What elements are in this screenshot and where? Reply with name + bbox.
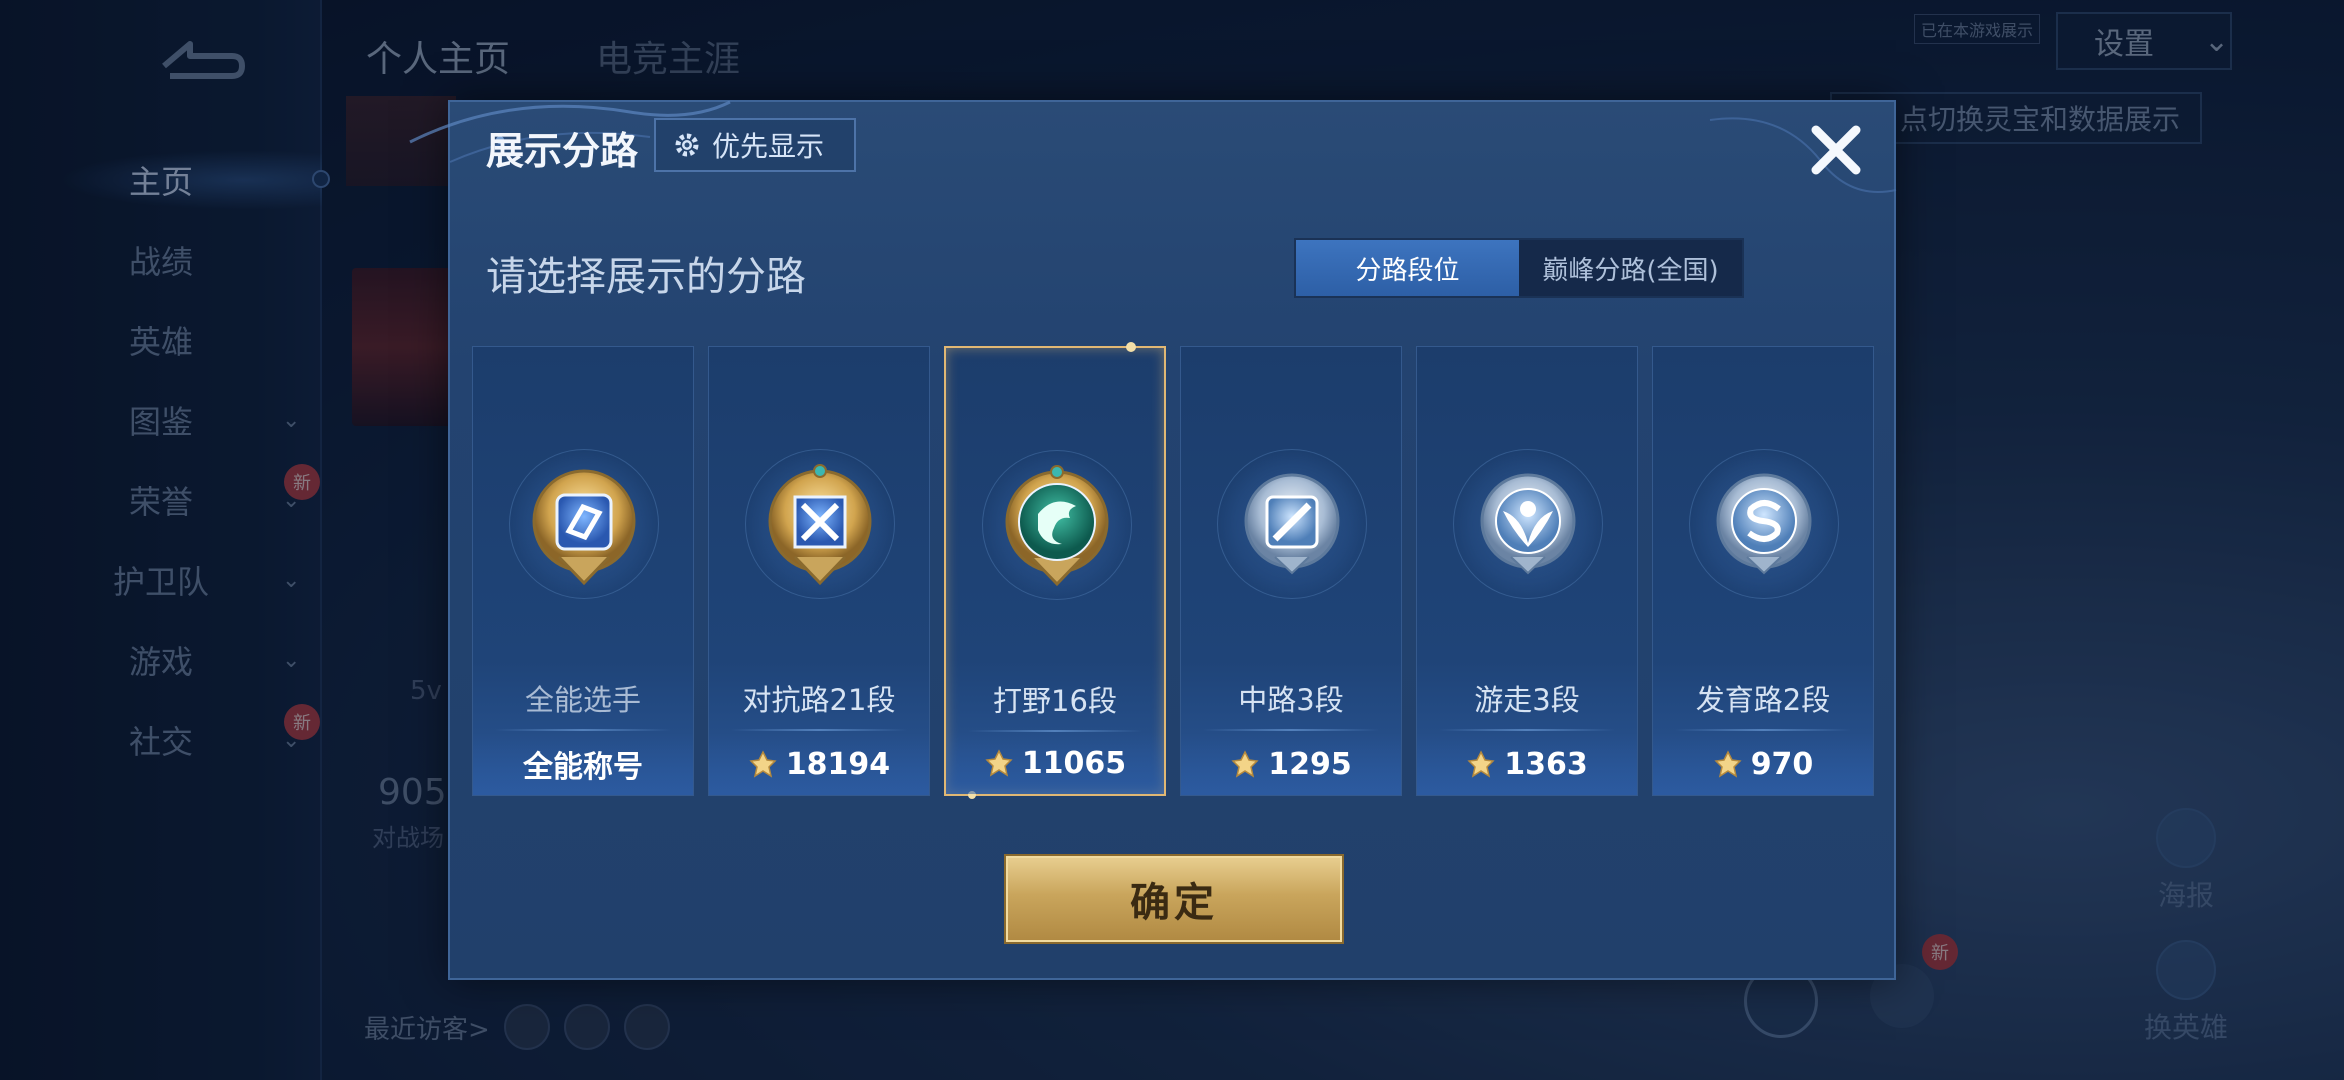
lane-card-name: 中路3段	[1238, 683, 1344, 717]
gear-icon	[675, 133, 699, 157]
lane-card[interactable]: 打野16段 11065	[944, 342, 1166, 799]
priority-display-label: 优先显示	[712, 130, 825, 163]
card-divider	[1439, 729, 1615, 731]
dialog-title: 展示分路	[486, 129, 639, 173]
rank-score-icon	[1230, 749, 1260, 779]
lane-card[interactable]: 全能选手 全能称号	[472, 346, 694, 796]
allround-rank-badge-icon	[519, 457, 649, 593]
roam-rank-badge-icon	[1463, 457, 1593, 593]
lane-display-dialog: 展示分路 优先显示 请选择展示的分路 分路段位 巅峰分路(全国) 全能选手全能称…	[409, 100, 1897, 980]
lane-card-footer: 1363	[1417, 733, 1637, 795]
lane-type-toggle: 分路段位 巅峰分路(全国)	[1294, 238, 1744, 298]
lane-card-name: 全能选手	[524, 683, 641, 717]
lane-card-footer: 970	[1653, 733, 1873, 795]
jungle-rank-badge-icon	[992, 458, 1122, 594]
lane-card-name: 游走3段	[1474, 683, 1580, 717]
rank-score-icon	[1713, 749, 1743, 779]
lane-card-name: 打野16段	[993, 684, 1117, 718]
lane-card[interactable]: 中路3段 1295	[1180, 346, 1402, 796]
lane-score-value: 1295	[1268, 746, 1352, 782]
confirm-button[interactable]: 确定	[1006, 856, 1342, 942]
mid-rank-badge-icon	[1227, 457, 1357, 593]
lane-card-list: 全能选手 全能称号 对抗路21段 18194 打野16段 11065 中路3段 1295 游走3…	[472, 342, 1876, 799]
close-icon[interactable]	[1804, 118, 1868, 182]
decorative-swirl-icon	[1709, 117, 1897, 193]
lane-card-name: 对抗路21段	[742, 683, 896, 717]
lane-card-footer: 11065	[946, 732, 1164, 794]
lane-score-value: 1363	[1504, 746, 1588, 782]
farm-rank-badge-icon	[1699, 457, 1829, 593]
priority-display-button[interactable]: 优先显示	[654, 118, 856, 172]
rank-score-icon	[984, 748, 1014, 778]
card-divider	[1675, 729, 1851, 731]
selection-marker	[1126, 342, 1136, 352]
card-divider	[495, 729, 671, 731]
lane-card[interactable]: 游走3段 1363	[1416, 346, 1638, 796]
rank-score-icon	[1466, 749, 1496, 779]
toggle-peak-lane[interactable]: 巅峰分路(全国)	[1519, 240, 1742, 296]
lane-card[interactable]: 发育路2段 970	[1652, 346, 1874, 796]
card-divider	[1203, 729, 1379, 731]
toggle-lane-rank[interactable]: 分路段位	[1296, 240, 1519, 296]
lane-card-footer: 全能称号	[473, 733, 693, 795]
dialog-subtitle: 请选择展示的分路	[486, 254, 806, 300]
rank-score-icon	[748, 749, 778, 779]
lane-score-value: 18194	[785, 746, 891, 782]
lane-title-text: 全能称号	[523, 750, 643, 785]
card-divider	[731, 729, 907, 731]
lane-card-footer: 1295	[1181, 733, 1401, 795]
clash-rank-badge-icon	[755, 457, 885, 593]
lane-card-footer: 18194	[709, 733, 929, 795]
lane-score-value: 970	[1750, 746, 1814, 782]
lane-card[interactable]: 对抗路21段 18194	[708, 346, 930, 796]
lane-score-value: 11065	[1021, 745, 1127, 781]
lane-card-name: 发育路2段	[1695, 683, 1831, 717]
